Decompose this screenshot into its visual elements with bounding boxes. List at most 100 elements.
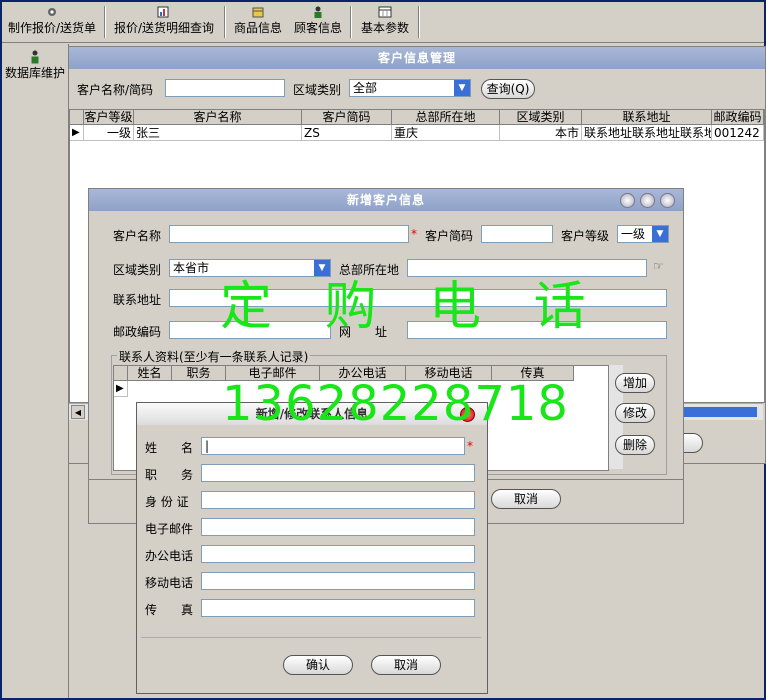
column-header[interactable]: 传真 xyxy=(492,366,574,381)
region-select[interactable]: 全部 ▼ xyxy=(349,79,471,97)
column-header[interactable]: 总部所在地 xyxy=(392,110,500,125)
row-header-corner xyxy=(70,110,84,125)
column-header[interactable]: 客户简码 xyxy=(302,110,392,125)
cancel-button[interactable]: 取消 xyxy=(371,655,441,675)
column-header[interactable]: 职务 xyxy=(172,366,226,381)
separator xyxy=(104,6,106,38)
row-pointer-icon: ▶ xyxy=(114,381,128,397)
fax-label: 传 真 xyxy=(145,603,194,617)
make-quote-label: 制作报价/送货单 xyxy=(7,21,97,35)
table-cell[interactable]: 重庆 xyxy=(392,125,500,141)
id-card-input[interactable] xyxy=(201,491,475,509)
make-quote-button[interactable]: 制作报价/送货单 xyxy=(4,4,100,40)
column-header[interactable]: 区域类别 xyxy=(500,110,582,125)
column-header[interactable]: 办公电话 xyxy=(320,366,406,381)
quote-query-label: 报价/送货明细查询 xyxy=(113,21,215,35)
database-maintenance-label: 数据库维护 xyxy=(4,66,65,80)
table-cell[interactable]: 本市 xyxy=(500,125,582,141)
customer-name-input[interactable] xyxy=(169,225,409,243)
toolbar: 制作报价/送货单 报价/送货明细查询 商品信息 顾客信息 基本参数 xyxy=(2,2,764,43)
column-header[interactable]: 邮政编码 xyxy=(712,110,764,125)
required-mark: * xyxy=(467,439,473,453)
cancel-button[interactable]: 取消 xyxy=(491,489,561,509)
region-label: 区域类别 xyxy=(113,263,162,277)
contact-dialog: 新增/修改联系人信息 姓 名 | * 职 务 身 份 证 电子邮件 办公电话 移… xyxy=(136,402,488,694)
mobile-phone-input[interactable] xyxy=(201,572,475,590)
fax-input[interactable] xyxy=(201,599,475,617)
search-input[interactable] xyxy=(165,79,285,97)
postcode-label: 邮政编码 xyxy=(113,325,162,339)
address-label: 联系地址 xyxy=(113,293,162,307)
table-cell[interactable]: ZS xyxy=(302,125,392,141)
region-label: 区域类别 xyxy=(293,83,342,97)
hq-input[interactable] xyxy=(407,259,647,277)
close-icon[interactable] xyxy=(460,407,475,422)
scroll-left-icon[interactable]: ◀ xyxy=(71,405,85,419)
column-header[interactable]: 联系地址 xyxy=(582,110,712,125)
region-select-value: 本省市 xyxy=(173,261,210,275)
column-header[interactable]: 客户名称 xyxy=(134,110,302,125)
divider xyxy=(141,637,481,638)
table-cell[interactable]: 张三 xyxy=(134,125,302,141)
chevron-down-icon[interactable]: ▼ xyxy=(454,80,470,96)
gear-icon xyxy=(48,8,56,16)
delete-contact-button[interactable]: 删除 xyxy=(615,435,655,455)
website-label: 网 址 xyxy=(339,325,388,339)
left-panel: 数据库维护 xyxy=(2,44,69,698)
customer-info-button[interactable]: 顾客信息 xyxy=(290,4,346,40)
name-input[interactable]: | xyxy=(201,437,465,455)
chevron-down-icon[interactable]: ▼ xyxy=(314,260,330,276)
customer-level-select[interactable]: 一级 ▼ xyxy=(617,225,669,243)
column-header[interactable]: 电子邮件 xyxy=(226,366,320,381)
search-label: 客户名称/简码 xyxy=(77,83,154,97)
row-pointer-icon: ▶ xyxy=(70,125,84,141)
postcode-input[interactable] xyxy=(169,321,331,339)
table-cell[interactable]: 001242 xyxy=(712,125,764,141)
position-input[interactable] xyxy=(201,464,475,482)
close-icon[interactable] xyxy=(660,193,675,208)
email-input[interactable] xyxy=(201,518,475,536)
office-phone-input[interactable] xyxy=(201,545,475,563)
customer-info-label: 顾客信息 xyxy=(293,21,342,35)
ok-button[interactable]: 确认 xyxy=(283,655,353,675)
goods-info-button[interactable]: 商品信息 xyxy=(230,4,286,40)
website-input[interactable] xyxy=(407,321,667,339)
maximize-icon[interactable] xyxy=(640,193,655,208)
goods-icon xyxy=(252,7,264,18)
customer-level-value: 一级 xyxy=(621,227,646,241)
separator xyxy=(224,6,226,38)
customer-level-label: 客户等级 xyxy=(561,229,610,243)
pointer-icon: ☞ xyxy=(653,259,664,273)
dialog-title: 新增客户信息 xyxy=(89,189,683,211)
address-input[interactable] xyxy=(169,289,667,307)
goods-info-label: 商品信息 xyxy=(233,21,282,35)
separator xyxy=(418,6,420,38)
query-button[interactable]: 查询(Q) xyxy=(481,79,535,99)
dialog-title: 新增/修改联系人信息 xyxy=(137,403,487,425)
column-header[interactable]: 客户等级 xyxy=(84,110,134,125)
edit-contact-button[interactable]: 修改 xyxy=(615,403,655,423)
calendar-icon xyxy=(378,6,392,18)
quote-query-button[interactable]: 报价/送货明细查询 xyxy=(108,4,220,40)
table-cell[interactable]: 一级 xyxy=(84,125,134,141)
name-label: 姓 名 xyxy=(145,441,194,455)
row-header-corner xyxy=(114,366,128,381)
person-icon xyxy=(314,6,322,18)
region-select[interactable]: 本省市 ▼ xyxy=(169,259,331,277)
id-card-label: 身 份 证 xyxy=(145,495,189,509)
minimize-icon[interactable] xyxy=(620,193,635,208)
required-mark: * xyxy=(411,227,417,241)
column-header[interactable]: 姓名 xyxy=(128,366,172,381)
chevron-down-icon[interactable]: ▼ xyxy=(652,226,668,242)
basic-params-button[interactable]: 基本参数 xyxy=(356,4,414,40)
region-select-value: 全部 xyxy=(353,81,378,95)
office-phone-label: 办公电话 xyxy=(145,549,194,563)
customer-code-input[interactable] xyxy=(481,225,553,243)
add-contact-button[interactable]: 增加 xyxy=(615,373,655,393)
table-cell[interactable]: 联系地址联系地址联系地 xyxy=(582,125,712,141)
column-header[interactable]: 移动电话 xyxy=(406,366,492,381)
contacts-group-label: 联系人资料(至少有一条联系人记录) xyxy=(117,348,311,365)
database-maintenance-button[interactable]: 数据库维护 xyxy=(4,50,66,81)
person-icon xyxy=(31,50,39,64)
email-label: 电子邮件 xyxy=(145,522,194,536)
